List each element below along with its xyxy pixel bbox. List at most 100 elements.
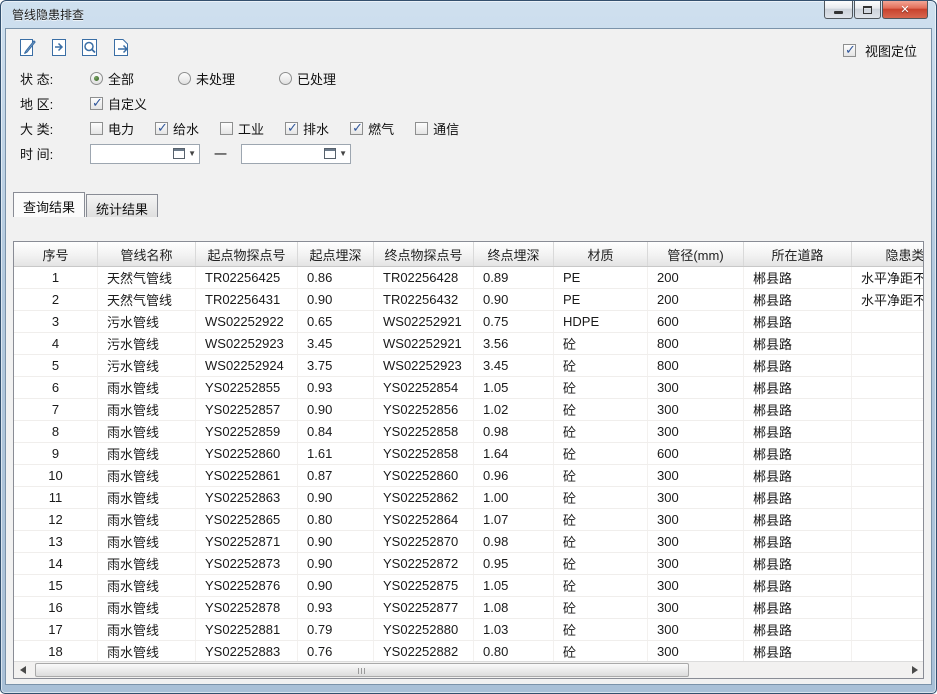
table-row[interactable]: 10雨水管线YS022528610.87YS022528600.96砼300郴县… bbox=[14, 465, 923, 487]
chevron-down-icon: ▼ bbox=[188, 149, 196, 158]
view-locate-checkbox[interactable] bbox=[843, 44, 856, 57]
table-cell: YS02252860 bbox=[196, 443, 298, 464]
column-header-hazard-type[interactable]: 隐患类别 bbox=[852, 242, 924, 266]
table-cell bbox=[852, 421, 923, 442]
status-option-handled-label: 已处理 bbox=[297, 69, 336, 88]
table-cell: 0.80 bbox=[474, 641, 554, 661]
table-cell: 0.93 bbox=[298, 597, 374, 618]
table-cell bbox=[852, 619, 923, 640]
region-custom-checkbox[interactable] bbox=[90, 97, 103, 110]
category-checkbox-power[interactable] bbox=[90, 122, 103, 135]
table-cell: 污水管线 bbox=[98, 333, 196, 354]
table-cell: 郴县路 bbox=[744, 421, 852, 442]
status-radio-unhandled[interactable] bbox=[178, 72, 191, 85]
column-header-pipeline-name[interactable]: 管线名称 bbox=[98, 242, 196, 266]
column-header-start-point-id[interactable]: 起点物探点号 bbox=[196, 242, 298, 266]
table-cell: WS02252924 bbox=[196, 355, 298, 376]
edit-document-button[interactable] bbox=[16, 36, 40, 60]
scrollbar-thumb[interactable] bbox=[35, 663, 689, 677]
table-row[interactable]: 1天然气管线TR022564250.86TR022564280.89PE200郴… bbox=[14, 267, 923, 289]
table-cell: YS02252855 bbox=[196, 377, 298, 398]
table-row[interactable]: 6雨水管线YS022528550.93YS022528541.05砼300郴县路 bbox=[14, 377, 923, 399]
time-label: 时 间: bbox=[20, 144, 84, 163]
table-row[interactable]: 2天然气管线TR022564310.90TR022564320.90PE200郴… bbox=[14, 289, 923, 311]
table-row[interactable]: 16雨水管线YS022528780.93YS022528771.08砼300郴县… bbox=[14, 597, 923, 619]
time-to-datepicker[interactable]: ▼ bbox=[241, 144, 351, 164]
category-checkbox-gas[interactable] bbox=[350, 122, 363, 135]
time-range: ▼ 一 ▼ bbox=[90, 144, 351, 164]
category-option-industry: 工业 bbox=[220, 119, 264, 138]
import-document-icon bbox=[48, 37, 70, 59]
table-cell bbox=[852, 553, 923, 574]
table-cell: 300 bbox=[648, 421, 744, 442]
table-row[interactable]: 15雨水管线YS022528760.90YS022528751.05砼300郴县… bbox=[14, 575, 923, 597]
minimize-icon bbox=[834, 11, 843, 14]
table-row[interactable]: 17雨水管线YS022528810.79YS022528801.03砼300郴县… bbox=[14, 619, 923, 641]
table-cell: 300 bbox=[648, 597, 744, 618]
close-button[interactable]: ✕ bbox=[882, 1, 928, 19]
category-water-supply-label: 给水 bbox=[173, 119, 199, 138]
export-document-button[interactable] bbox=[109, 36, 133, 60]
table-row[interactable]: 4污水管线WS022529233.45WS022529213.56砼800郴县路 bbox=[14, 333, 923, 355]
tab-query-results[interactable]: 查询结果 bbox=[13, 192, 85, 217]
import-document-button[interactable] bbox=[47, 36, 71, 60]
table-row[interactable]: 5污水管线WS022529243.75WS022529233.45砼800郴县路 bbox=[14, 355, 923, 377]
table-cell: 水平净距不达标 bbox=[852, 267, 923, 288]
table-row[interactable]: 13雨水管线YS022528710.90YS022528700.98砼300郴县… bbox=[14, 531, 923, 553]
column-header-start-depth[interactable]: 起点埋深 bbox=[298, 242, 374, 266]
table-row[interactable]: 3污水管线WS022529220.65WS022529210.75HDPE600… bbox=[14, 311, 923, 333]
status-radio-handled[interactable] bbox=[279, 72, 292, 85]
table-cell: 15 bbox=[14, 575, 98, 596]
horizontal-scrollbar[interactable] bbox=[14, 661, 923, 678]
category-checkbox-water-supply[interactable] bbox=[155, 122, 168, 135]
table-row[interactable]: 14雨水管线YS022528730.90YS022528720.95砼300郴县… bbox=[14, 553, 923, 575]
table-cell: 0.90 bbox=[298, 487, 374, 508]
status-radio-all[interactable] bbox=[90, 72, 103, 85]
table-cell: 砼 bbox=[554, 377, 648, 398]
dialog-client-area: 视图定位 状 态: 全部 未处理 已处理 bbox=[5, 28, 932, 685]
category-checkbox-telecom[interactable] bbox=[415, 122, 428, 135]
status-option-unhandled-label: 未处理 bbox=[196, 69, 235, 88]
table-cell: TR02256425 bbox=[196, 267, 298, 288]
search-document-icon bbox=[79, 37, 101, 59]
table-cell: 0.95 bbox=[474, 553, 554, 574]
scroll-right-button[interactable] bbox=[906, 662, 923, 678]
table-row[interactable]: 12雨水管线YS022528650.80YS022528641.07砼300郴县… bbox=[14, 509, 923, 531]
tab-statistics-results[interactable]: 统计结果 bbox=[86, 194, 158, 217]
minimize-button[interactable] bbox=[824, 1, 853, 19]
search-document-button[interactable] bbox=[78, 36, 102, 60]
scroll-left-button[interactable] bbox=[14, 662, 31, 678]
table-cell: 雨水管线 bbox=[98, 421, 196, 442]
category-drainage-label: 排水 bbox=[303, 119, 329, 138]
category-checkbox-drainage[interactable] bbox=[285, 122, 298, 135]
table-cell: 12 bbox=[14, 509, 98, 530]
table-cell: 郴县路 bbox=[744, 443, 852, 464]
column-header-end-point-id[interactable]: 终点物探点号 bbox=[374, 242, 474, 266]
table-cell: 雨水管线 bbox=[98, 597, 196, 618]
table-row[interactable]: 8雨水管线YS022528590.84YS022528580.98砼300郴县路 bbox=[14, 421, 923, 443]
table-row[interactable]: 7雨水管线YS022528570.90YS022528561.02砼300郴县路 bbox=[14, 399, 923, 421]
maximize-button[interactable] bbox=[854, 1, 881, 19]
table-cell: 0.90 bbox=[298, 575, 374, 596]
table-cell: 0.80 bbox=[298, 509, 374, 530]
table-cell: 郴县路 bbox=[744, 289, 852, 310]
table-cell: 0.98 bbox=[474, 531, 554, 552]
table-row[interactable]: 18雨水管线YS022528830.76YS022528820.80砼300郴县… bbox=[14, 641, 923, 661]
close-icon: ✕ bbox=[900, 3, 909, 16]
column-header-road[interactable]: 所在道路 bbox=[744, 242, 852, 266]
table-cell: 砼 bbox=[554, 333, 648, 354]
window-pipeline-hazard: 管线隐患排查 ✕ bbox=[0, 0, 937, 694]
titlebar[interactable]: 管线隐患排查 ✕ bbox=[1, 1, 936, 28]
column-header-index[interactable]: 序号 bbox=[14, 242, 98, 266]
category-checkbox-industry[interactable] bbox=[220, 122, 233, 135]
toolbar bbox=[6, 29, 931, 64]
time-from-datepicker[interactable]: ▼ bbox=[90, 144, 200, 164]
table-cell bbox=[852, 575, 923, 596]
column-header-diameter[interactable]: 管径(mm) bbox=[648, 242, 744, 266]
table-cell: 郴县路 bbox=[744, 619, 852, 640]
table-cell: 雨水管线 bbox=[98, 509, 196, 530]
column-header-end-depth[interactable]: 终点埋深 bbox=[474, 242, 554, 266]
column-header-material[interactable]: 材质 bbox=[554, 242, 648, 266]
table-row[interactable]: 11雨水管线YS022528630.90YS022528621.00砼300郴县… bbox=[14, 487, 923, 509]
table-row[interactable]: 9雨水管线YS022528601.61YS022528581.64砼600郴县路 bbox=[14, 443, 923, 465]
